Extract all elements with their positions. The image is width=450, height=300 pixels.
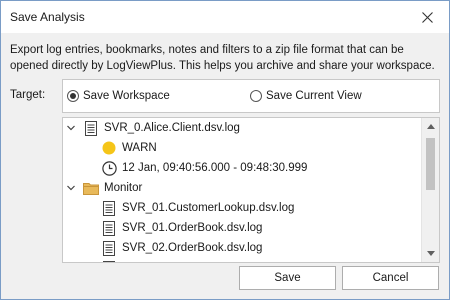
document-icon bbox=[101, 200, 117, 216]
document-icon bbox=[101, 260, 117, 262]
tree-item-partial bbox=[101, 258, 122, 262]
tree-item-log-file[interactable]: SVR_01.CustomerLookup.dsv.log bbox=[101, 198, 294, 218]
tree-item-label: SVR_01.CustomerLookup.dsv.log bbox=[122, 202, 295, 214]
document-icon bbox=[83, 120, 99, 136]
save-button[interactable]: Save bbox=[239, 266, 336, 290]
save-analysis-dialog: Save Analysis Export log entries, bookma… bbox=[0, 0, 450, 300]
folder-icon bbox=[83, 180, 99, 196]
target-label: Target: bbox=[10, 89, 46, 101]
scrollbar-thumb[interactable] bbox=[426, 138, 435, 190]
save-workspace-radio[interactable]: Save Workspace bbox=[67, 80, 170, 112]
yellow-dot-icon bbox=[101, 140, 117, 156]
radio-unchecked-icon bbox=[250, 90, 262, 102]
tree-item-label: SVR_01.OrderBook.dsv.log bbox=[122, 222, 263, 234]
cancel-button[interactable]: Cancel bbox=[342, 266, 439, 290]
tree-item-label: Monitor bbox=[104, 182, 143, 194]
target-options-group: Save Workspace Save Current View bbox=[62, 79, 440, 113]
triangle-down-icon bbox=[426, 251, 435, 256]
chevron-down-icon[interactable] bbox=[65, 122, 77, 134]
clock-icon bbox=[101, 160, 117, 176]
tree-item-monitor-folder[interactable]: Monitor bbox=[65, 178, 142, 198]
tree-item-warn[interactable]: WARN bbox=[101, 138, 157, 158]
scroll-down-button[interactable] bbox=[422, 245, 439, 262]
radio-checked-icon bbox=[67, 90, 79, 102]
tree-scrollbar[interactable] bbox=[421, 118, 439, 262]
tree-item-label: SVR_02.OrderBook.dsv.log bbox=[122, 242, 263, 254]
dialog-description: Export log entries, bookmarks, notes and… bbox=[10, 44, 435, 72]
document-icon bbox=[101, 240, 117, 256]
triangle-up-icon bbox=[426, 124, 435, 129]
save-workspace-label: Save Workspace bbox=[83, 90, 170, 102]
document-icon bbox=[101, 220, 117, 236]
tree-item-log-file[interactable]: SVR_02.OrderBook.dsv.log bbox=[101, 238, 262, 258]
scroll-up-button[interactable] bbox=[422, 118, 439, 135]
save-current-view-radio[interactable]: Save Current View bbox=[250, 80, 362, 112]
tree-item-label: 12 Jan, 09:40:56.000 - 09:48:30.999 bbox=[122, 162, 308, 174]
close-icon bbox=[421, 11, 433, 23]
tree-item-log-file[interactable]: SVR_01.OrderBook.dsv.log bbox=[101, 218, 262, 238]
title-bar: Save Analysis bbox=[1, 1, 449, 33]
chevron-down-icon[interactable] bbox=[65, 182, 77, 194]
tree-item-log-file[interactable]: SVR_0.Alice.Client.dsv.log bbox=[65, 118, 240, 138]
tree-item-label: SVR_0.Alice.Client.dsv.log bbox=[104, 122, 240, 134]
window-title: Save Analysis bbox=[10, 10, 85, 24]
save-current-view-label: Save Current View bbox=[266, 90, 362, 102]
tree-item-time-range[interactable]: 12 Jan, 09:40:56.000 - 09:48:30.999 bbox=[101, 158, 307, 178]
tree-item-label: WARN bbox=[122, 142, 157, 154]
close-button[interactable] bbox=[405, 1, 449, 33]
tree-content: SVR_0.Alice.Client.dsv.log WARN 12 Jan, … bbox=[63, 118, 421, 262]
workspace-tree[interactable]: SVR_0.Alice.Client.dsv.log WARN 12 Jan, … bbox=[62, 117, 440, 263]
